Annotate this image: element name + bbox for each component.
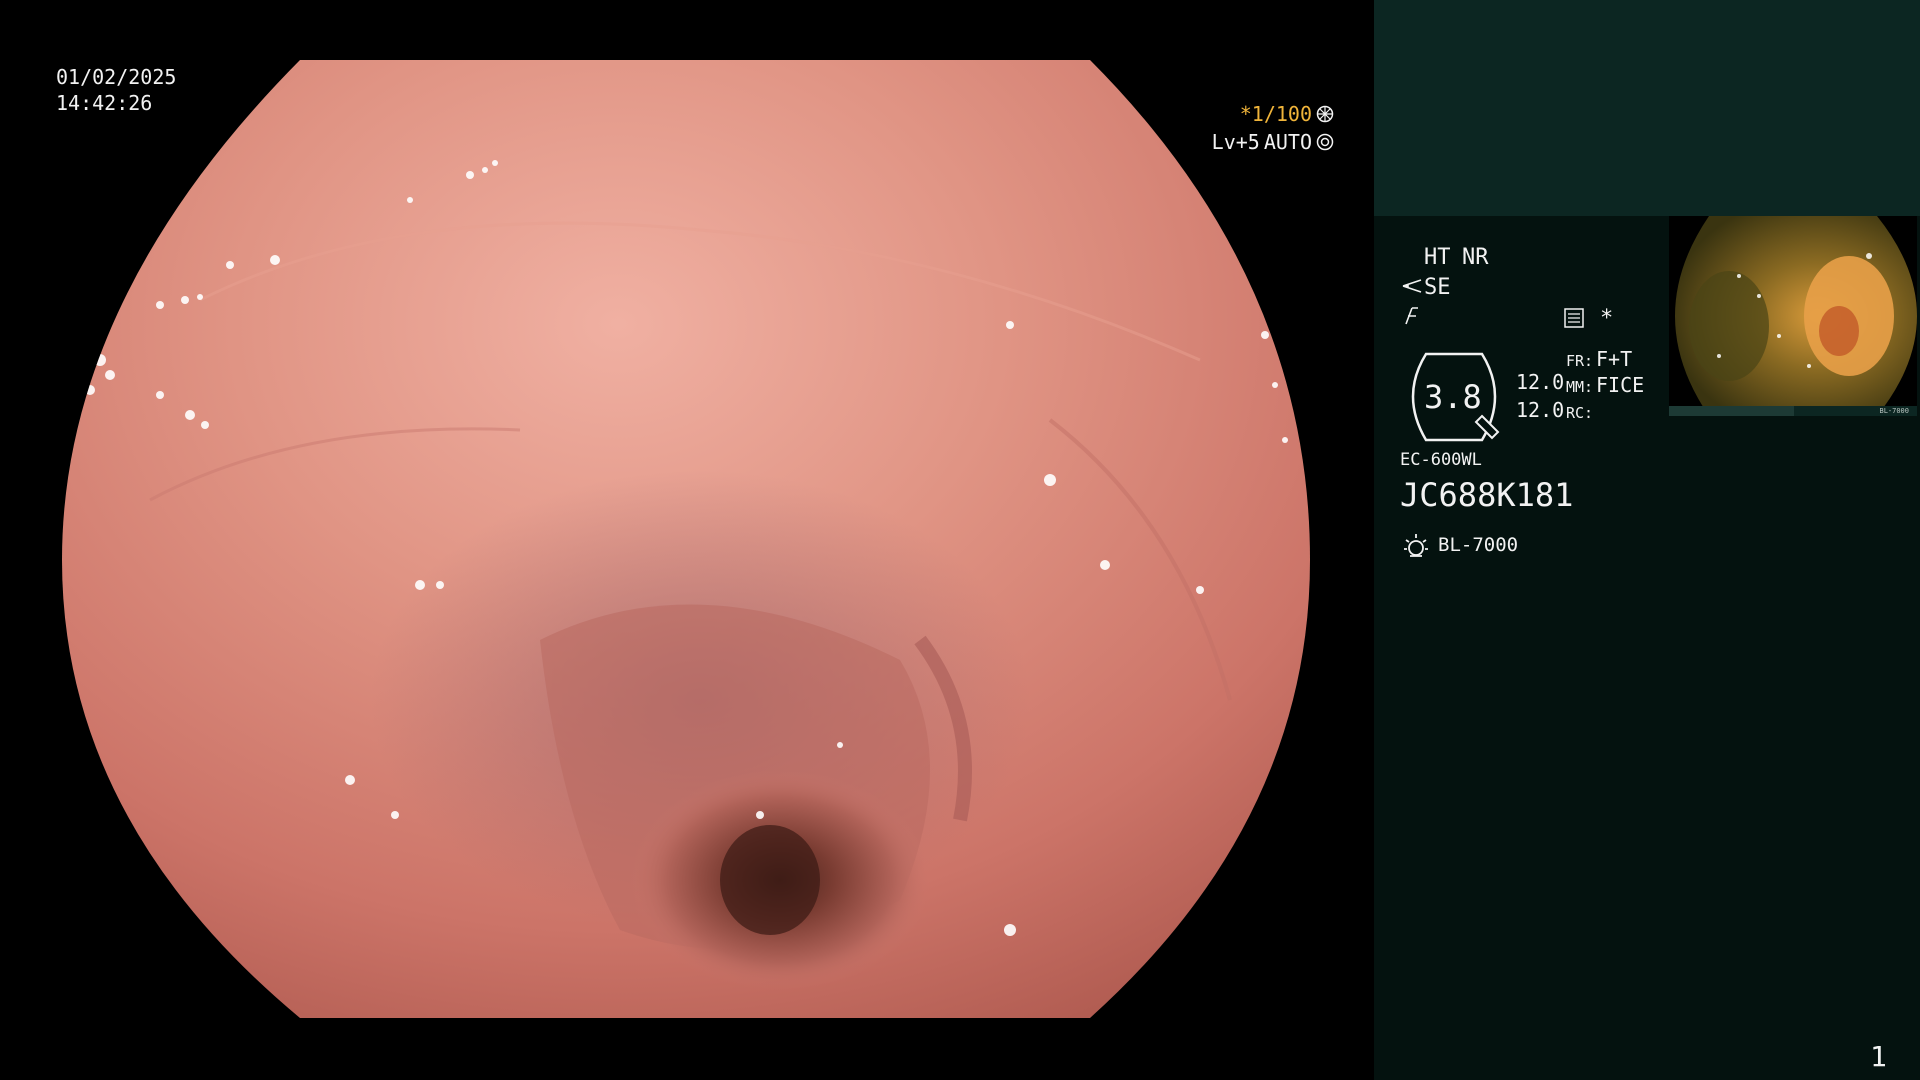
endoscope-view: 01/02/2025 14:42:26 *1/100 Lv+5 AUTO	[0, 0, 1374, 1080]
scope-serial: JC688K181	[1400, 476, 1574, 514]
value-1: 12.0	[1516, 370, 1565, 394]
panel-header-area	[1374, 0, 1920, 216]
scissors-icon	[1402, 279, 1422, 293]
thumbnail-caption-bar: BL-7000	[1669, 406, 1917, 416]
mm-value: FICE	[1596, 373, 1645, 397]
fr-value: F+T	[1596, 347, 1633, 371]
datetime-readout: 01/02/2025 14:42:26	[56, 64, 176, 116]
thumbnail-caption-light: BL-7000	[1879, 407, 1909, 415]
thumbnail-caption-dark	[1669, 406, 1794, 416]
settings-icon	[1564, 308, 1584, 328]
se-label: SE	[1424, 275, 1451, 300]
nr-label: NR	[1462, 245, 1489, 270]
shutter-text: *1/100	[1239, 102, 1312, 126]
thumbnail-image	[1669, 216, 1917, 416]
time-text: 14:42:26	[56, 91, 153, 115]
light-icon	[1404, 534, 1428, 557]
zoom-value: 3.8	[1424, 378, 1482, 416]
mm-label: MM:	[1566, 378, 1594, 396]
ht-label: HT	[1424, 245, 1451, 270]
value-2: 12.0	[1516, 398, 1565, 422]
info-panel: HT NR SE * 3.8 12.0 12.0 FR: F+T MM: FIC…	[1374, 0, 1920, 1080]
shutter-icon	[1316, 105, 1334, 123]
edge-icon	[1405, 307, 1418, 325]
iris-text: AUTO	[1263, 130, 1312, 154]
thumbnail-picture	[1675, 216, 1917, 416]
zoom-indicator: 3.8	[1398, 352, 1510, 442]
level-text: Lv+5	[1211, 130, 1260, 154]
endoscopic-image	[62, 60, 1310, 1018]
fr-label: FR:	[1566, 352, 1594, 370]
date-text: 01/02/2025	[56, 65, 177, 89]
rc-label: RC:	[1566, 404, 1594, 422]
exposure-readout: *1/100 Lv+5 AUTO	[1212, 100, 1334, 156]
scope-model: EC-600WL	[1400, 450, 1482, 470]
asterisk-indicator: *	[1600, 306, 1614, 331]
page-number: 1	[1870, 1040, 1887, 1073]
light-source: BL-7000	[1438, 534, 1519, 556]
iris-icon	[1316, 133, 1334, 151]
